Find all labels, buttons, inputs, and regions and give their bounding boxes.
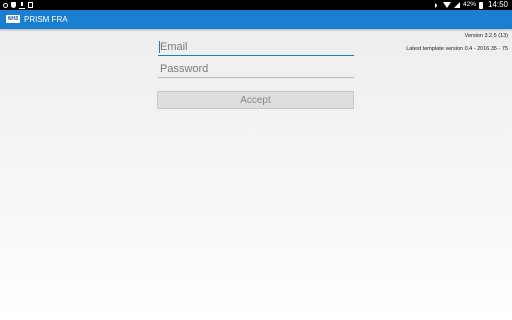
text-cursor (159, 41, 160, 53)
accept-button[interactable]: Accept (157, 91, 354, 109)
battery-icon (478, 1, 483, 9)
version-label: Version 3.2.5 (13) (464, 33, 508, 39)
status-left-icons (3, 0, 33, 10)
status-right-icons: 42% 14:50 (434, 0, 508, 10)
nhs-logo: NHS (6, 15, 20, 23)
notification-icon (3, 2, 8, 8)
mute-icon (434, 2, 440, 8)
app-title: PRISM FRA (24, 15, 68, 24)
document-icon (28, 2, 33, 8)
email-field[interactable] (158, 39, 354, 56)
battery-percent: 42% (462, 1, 476, 8)
app-bar: NHS PRISM FRA (0, 10, 512, 29)
shield-icon (11, 2, 16, 8)
download-icon (19, 1, 25, 9)
signal-icon (453, 2, 460, 8)
status-bar: 42% 14:50 (0, 0, 512, 10)
wifi-icon (442, 2, 451, 8)
password-field[interactable] (158, 61, 354, 78)
template-version-label: Latest template version 0.4 - 2016.35 - … (406, 46, 508, 52)
clock: 14:50 (487, 0, 508, 9)
